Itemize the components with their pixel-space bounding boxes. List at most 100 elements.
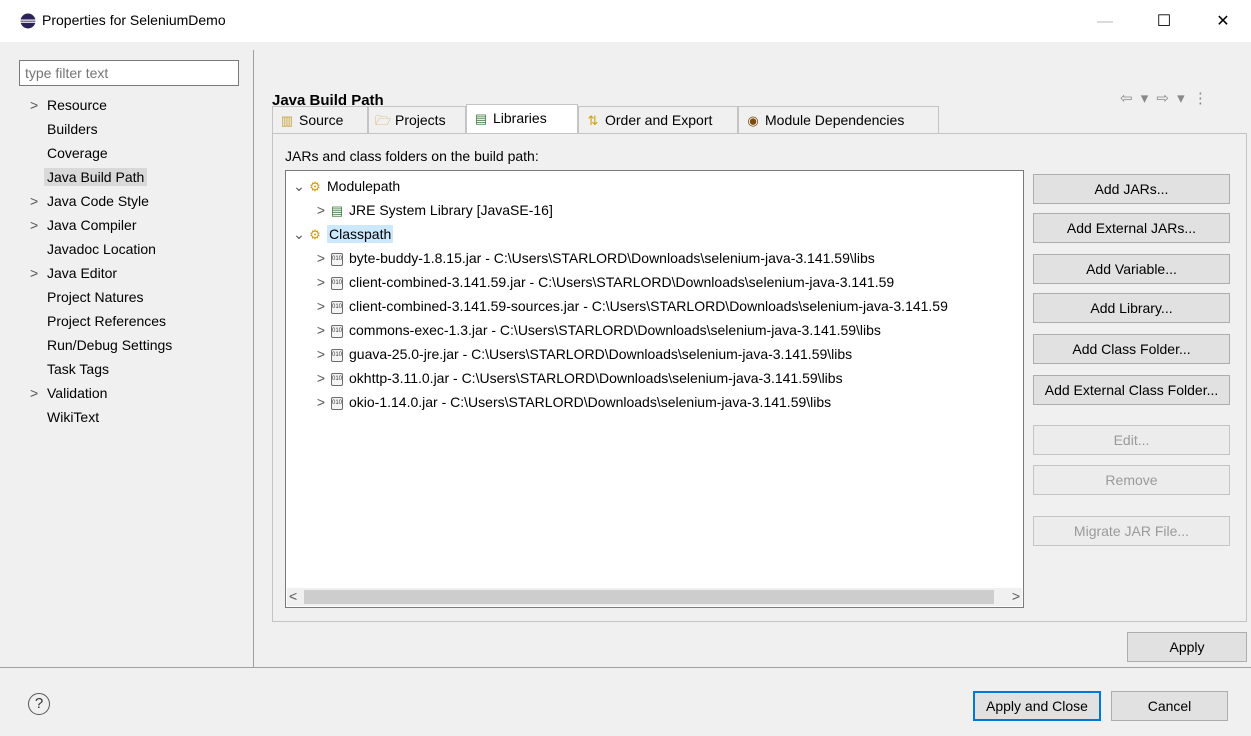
nav-item-java-build-path[interactable]: Java Build Path [0, 166, 253, 190]
jar-icon-glyph: 010 [331, 397, 343, 411]
tree-node-jar[interactable]: >010 commons-exec-1.3.jar - C:\Users\STAR… [314, 319, 881, 343]
jar-icon-glyph: 010 [331, 325, 343, 339]
add-jars-button[interactable]: Add JARs... [1033, 174, 1230, 204]
nav-item-java-compiler[interactable]: > Java Compiler [0, 214, 253, 238]
tab-label: Module Dependencies [765, 112, 905, 128]
nav-item-label: Resource [47, 97, 107, 113]
build-path-tree[interactable]: ⌄ ⚙ Modulepath > ▤ JRE System Library [JavaS… [285, 170, 1024, 608]
order-export-icon: ⇅ [587, 113, 599, 128]
minimize-button[interactable]: — [1082, 8, 1128, 36]
projects-folder-icon: 🗁 [375, 113, 392, 128]
chevron-down-icon[interactable]: ⌄ [292, 223, 306, 245]
nav-item-label: Run/Debug Settings [47, 337, 173, 353]
tree-node-label: commons-exec-1.3.jar - C:\Users\STARLORD… [349, 322, 881, 338]
nav-item-label: Javadoc Location [47, 241, 156, 257]
chevron-right-icon[interactable]: > [314, 247, 328, 269]
tab-projects[interactable]: 🗁 Projects [368, 106, 466, 134]
tree-node-jar[interactable]: >010 guava-25.0-jre.jar - C:\Users\STARLO… [314, 343, 852, 367]
add-variable-button[interactable]: Add Variable... [1033, 254, 1230, 284]
properties-dialog: Properties for SeleniumDemo — ☐ ✕ > Resou… [0, 0, 1251, 736]
nav-item-label: Coverage [47, 145, 108, 161]
chevron-right-icon[interactable]: > [314, 271, 328, 293]
migrate-jar-file-button[interactable]: Migrate JAR File... [1033, 516, 1230, 546]
horizontal-scrollbar[interactable]: < > [287, 588, 1022, 606]
chevron-right-icon[interactable]: > [314, 367, 328, 389]
nav-item-java-code-style[interactable]: > Java Code Style [0, 190, 253, 214]
nav-item-task-tags[interactable]: Task Tags [0, 358, 253, 382]
close-button[interactable]: ✕ [1200, 8, 1246, 36]
chevron-down-icon[interactable]: ⌄ [292, 175, 306, 197]
tab-label: Projects [395, 112, 446, 128]
nav-item-project-references[interactable]: Project References [0, 310, 253, 334]
window-title: Properties for SeleniumDemo [42, 12, 226, 28]
nav-item-run-debug-settings[interactable]: Run/Debug Settings [0, 334, 253, 358]
scroll-thumb[interactable] [304, 590, 994, 604]
tree-node-jar[interactable]: >010 okio-1.14.0.jar - C:\Users\STARLORD\… [314, 391, 831, 415]
jar-icon: 010 [328, 368, 346, 390]
source-folder-icon: ▥ [280, 113, 294, 128]
tree-node-jre-library[interactable]: > ▤ JRE System Library [JavaSE-16] [314, 199, 553, 223]
library-icon: ▤ [330, 203, 344, 218]
nav-item-java-editor[interactable]: > Java Editor [0, 262, 253, 286]
add-library-button[interactable]: Add Library... [1033, 293, 1230, 323]
nav-item-label: Java Editor [47, 265, 118, 281]
add-external-class-folder-button[interactable]: Add External Class Folder... [1033, 375, 1230, 405]
tab-source[interactable]: ▥ Source [272, 106, 368, 134]
nav-item-label: WikiText [47, 409, 100, 425]
chevron-right-icon[interactable]: > [314, 391, 328, 413]
build-path-label: JARs and class folders on the build path… [285, 148, 539, 164]
chevron-right-icon[interactable]: > [314, 319, 328, 341]
tab-module-dependencies[interactable]: ◉ Module Dependencies [738, 106, 939, 134]
filter-input[interactable] [19, 60, 239, 86]
tree-node-jar[interactable]: >010 client-combined-3.141.59.jar - C:\Us… [314, 271, 894, 295]
chevron-right-icon[interactable]: > [30, 190, 38, 212]
tree-node-modulepath[interactable]: ⌄ ⚙ Modulepath [292, 175, 400, 199]
jar-icon: 010 [328, 296, 346, 318]
tree-node-jar[interactable]: >010 client-combined-3.141.59-sources.jar… [314, 295, 948, 319]
cancel-button[interactable]: Cancel [1111, 691, 1228, 721]
jar-icon: 010 [328, 392, 346, 414]
chevron-right-icon[interactable]: > [30, 262, 38, 284]
nav-item-label: Validation [47, 385, 108, 401]
chevron-right-icon[interactable]: > [314, 343, 328, 365]
nav-item-label: Builders [47, 121, 98, 137]
chevron-right-icon[interactable]: > [30, 382, 38, 404]
scroll-left-icon[interactable]: < [289, 588, 297, 604]
nav-item-validation[interactable]: > Validation [0, 382, 253, 406]
tab-order-and-export[interactable]: ⇅ Order and Export [578, 106, 738, 134]
tree-node-jar[interactable]: >010 byte-buddy-1.8.15.jar - C:\Users\STA… [314, 247, 875, 271]
apply-and-close-button[interactable]: Apply and Close [973, 691, 1101, 721]
tree-node-classpath[interactable]: ⌄ ⚙ Classpath [292, 223, 394, 247]
nav-item-resource[interactable]: > Resource [0, 94, 253, 118]
chevron-right-icon[interactable]: > [30, 94, 38, 116]
chevron-right-icon[interactable]: > [314, 295, 328, 317]
nav-item-label: Java Build Path [44, 168, 148, 186]
nav-item-label: Project References [47, 313, 167, 329]
libraries-icon: ▤ [474, 111, 488, 126]
nav-item-wikitext[interactable]: WikiText [0, 406, 253, 430]
history-nav-icons[interactable]: ⇦ ▾ ⇨ ▾ ⋮ [1120, 89, 1210, 107]
edit-button[interactable]: Edit... [1033, 425, 1230, 455]
nav-item-project-natures[interactable]: Project Natures [0, 286, 253, 310]
title-bar: Properties for SeleniumDemo — ☐ ✕ [0, 0, 1251, 42]
jar-icon-glyph: 010 [331, 277, 343, 291]
tree-node-label: byte-buddy-1.8.15.jar - C:\Users\STARLOR… [349, 250, 875, 266]
tree-node-jar[interactable]: >010 okhttp-3.11.0.jar - C:\Users\STARLOR… [314, 367, 843, 391]
apply-button[interactable]: Apply [1127, 632, 1247, 662]
nav-item-builders[interactable]: Builders [0, 118, 253, 142]
nav-item-label: Java Code Style [47, 193, 149, 209]
nav-item-javadoc-location[interactable]: Javadoc Location [0, 238, 253, 262]
chevron-right-icon[interactable]: > [30, 214, 38, 236]
jar-icon: 010 [328, 344, 346, 366]
nav-item-coverage[interactable]: Coverage [0, 142, 253, 166]
tab-libraries[interactable]: ▤ Libraries [466, 104, 578, 135]
help-icon[interactable]: ? [28, 693, 50, 715]
add-class-folder-button[interactable]: Add Class Folder... [1033, 334, 1230, 364]
remove-button[interactable]: Remove [1033, 465, 1230, 495]
scroll-right-icon[interactable]: > [1012, 588, 1020, 604]
chevron-right-icon[interactable]: > [314, 199, 328, 221]
maximize-button[interactable]: ☐ [1141, 8, 1187, 36]
nav-item-label: Java Compiler [47, 217, 137, 233]
sash-divider[interactable] [253, 50, 254, 668]
add-external-jars-button[interactable]: Add External JARs... [1033, 213, 1230, 243]
